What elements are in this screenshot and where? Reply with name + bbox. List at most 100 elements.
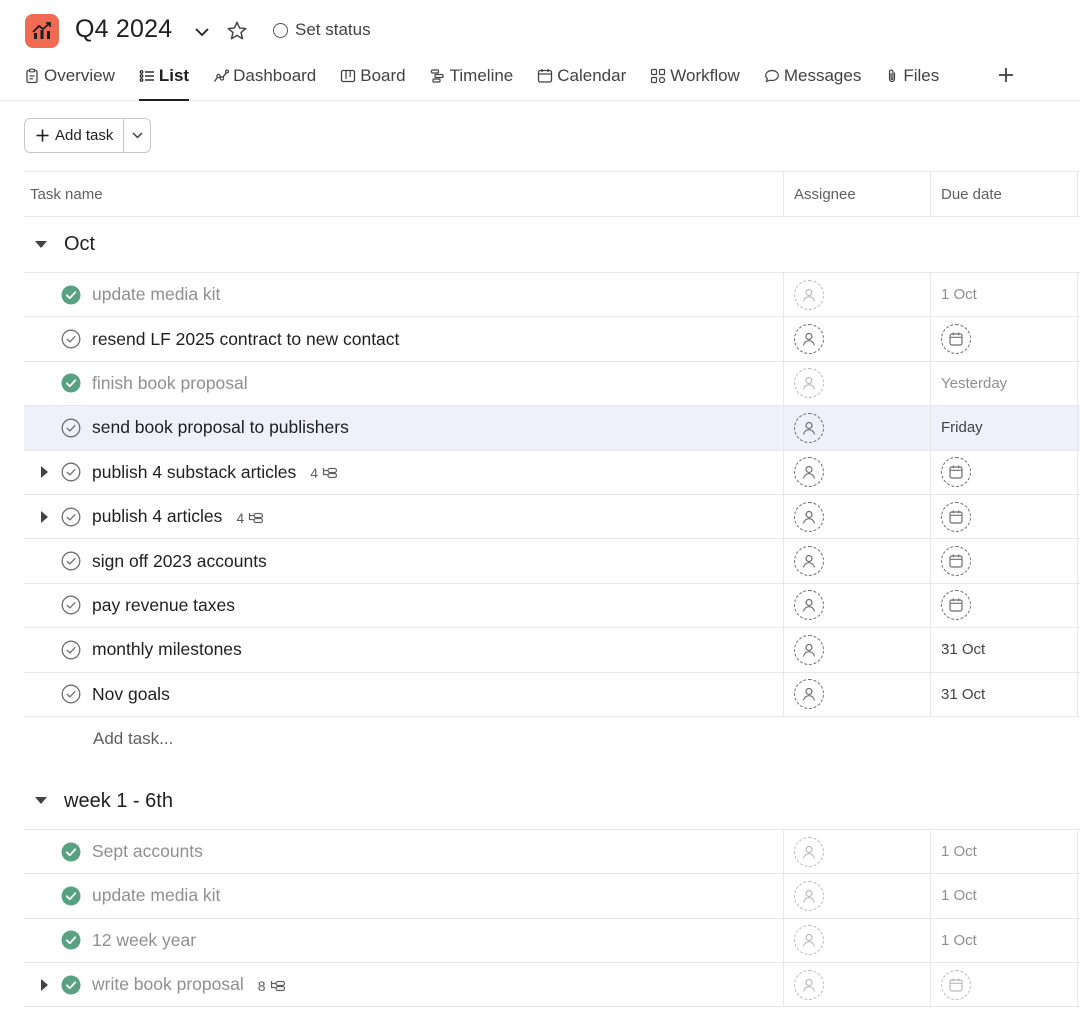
- task-row[interactable]: update media kit 1 Oct: [24, 273, 1080, 318]
- due-date-value[interactable]: 1 Oct: [941, 286, 977, 303]
- complete-task-checkbox[interactable]: [61, 842, 81, 862]
- assign-user-button[interactable]: [794, 679, 824, 710]
- assign-user-button[interactable]: [794, 836, 824, 867]
- assign-user-button[interactable]: [794, 925, 824, 956]
- set-due-date-button[interactable]: [941, 590, 971, 621]
- task-row[interactable]: 12 week year 1 Oct: [24, 918, 1080, 964]
- due-date-value[interactable]: 1 Oct: [941, 932, 977, 949]
- add-task-button[interactable]: Add task: [25, 119, 125, 152]
- complete-task-checkbox[interactable]: [61, 329, 81, 349]
- assign-user-button[interactable]: [794, 546, 824, 577]
- column-header-task-name[interactable]: Task name: [24, 172, 784, 216]
- task-row[interactable]: send book proposal to publishers Friday: [24, 406, 1080, 451]
- assign-user-button[interactable]: [794, 634, 824, 665]
- column-header-assignee[interactable]: Assignee: [784, 172, 931, 216]
- task-title[interactable]: update media kit: [92, 885, 220, 905]
- set-due-date-button[interactable]: [941, 969, 971, 1000]
- due-date-value[interactable]: 1 Oct: [941, 843, 977, 860]
- section-title[interactable]: Oct: [58, 233, 95, 256]
- task-title[interactable]: Nov goals: [92, 684, 170, 704]
- task-row[interactable]: Nov goals 31 Oct: [24, 672, 1080, 717]
- task-row[interactable]: finish book proposal Yesterday: [24, 361, 1080, 407]
- section-collapse-toggle[interactable]: [24, 797, 58, 805]
- due-date-value[interactable]: Friday: [941, 419, 983, 436]
- chevron-down-icon[interactable]: [190, 20, 214, 44]
- set-due-date-button[interactable]: [941, 324, 971, 355]
- complete-task-checkbox[interactable]: [61, 975, 81, 995]
- assign-user-button[interactable]: [794, 279, 824, 310]
- due-date-value[interactable]: Yesterday: [941, 375, 1007, 392]
- task-title[interactable]: publish 4 substack articles: [92, 462, 296, 482]
- task-title[interactable]: publish 4 articles: [92, 506, 222, 526]
- set-status-button[interactable]: Set status: [273, 20, 371, 40]
- task-row[interactable]: Sept accounts 1 Oct: [24, 829, 1080, 875]
- complete-task-checkbox[interactable]: [61, 595, 81, 615]
- tab-timeline[interactable]: Timeline: [430, 60, 513, 90]
- task-title[interactable]: Sept accounts: [92, 841, 203, 861]
- task-row[interactable]: sign off 2023 accounts: [24, 539, 1080, 584]
- assign-user-button[interactable]: [794, 501, 824, 532]
- tab-calendar[interactable]: Calendar: [537, 60, 626, 90]
- task-title[interactable]: sign off 2023 accounts: [92, 551, 267, 571]
- assign-user-button[interactable]: [794, 368, 824, 399]
- complete-task-checkbox[interactable]: [61, 462, 81, 482]
- complete-task-checkbox[interactable]: [61, 930, 81, 950]
- subtask-expand-toggle[interactable]: [39, 465, 51, 479]
- set-due-date-button[interactable]: [941, 457, 971, 488]
- complete-task-checkbox[interactable]: [61, 373, 81, 393]
- assign-user-button[interactable]: [794, 457, 824, 488]
- column-header-due-date[interactable]: Due date: [931, 172, 1078, 216]
- add-tab-plus-icon[interactable]: [996, 64, 1016, 86]
- task-title[interactable]: finish book proposal: [92, 373, 248, 393]
- task-row[interactable]: write book proposal 8: [24, 963, 1080, 1008]
- task-title[interactable]: update media kit: [92, 284, 220, 304]
- assign-user-button[interactable]: [794, 969, 824, 1000]
- task-title[interactable]: 12 week year: [92, 930, 196, 950]
- task-title[interactable]: write book proposal: [92, 974, 244, 994]
- subtask-expand-toggle[interactable]: [39, 978, 51, 992]
- tab-overview[interactable]: Overview: [24, 60, 115, 90]
- task-row[interactable]: resend LF 2025 contract to new contact: [24, 317, 1080, 362]
- tab-board[interactable]: Board: [340, 60, 406, 90]
- subtask-count[interactable]: 4: [236, 510, 264, 526]
- task-title[interactable]: send book proposal to publishers: [92, 417, 349, 437]
- trend-chart-icon[interactable]: [25, 14, 59, 48]
- tab-dashboard[interactable]: Dashboard: [213, 60, 316, 90]
- subtask-count[interactable]: 8: [258, 978, 286, 994]
- tab-files[interactable]: Files: [885, 60, 939, 90]
- add-task-inline[interactable]: Add task...: [24, 717, 1080, 762]
- section-title[interactable]: week 1 - 6th: [58, 790, 173, 813]
- tab-messages[interactable]: Messages: [764, 60, 861, 90]
- due-date-value[interactable]: 31 Oct: [941, 686, 985, 703]
- due-date-value[interactable]: 1 Oct: [941, 887, 977, 904]
- assign-user-button[interactable]: [794, 324, 824, 355]
- section-collapse-toggle[interactable]: [24, 240, 58, 249]
- assign-user-button[interactable]: [794, 412, 824, 443]
- tab-list[interactable]: List: [138, 60, 190, 101]
- task-row[interactable]: monthly milestones 31 Oct: [24, 628, 1080, 673]
- assign-user-button[interactable]: [794, 880, 824, 911]
- complete-task-checkbox[interactable]: [61, 684, 81, 704]
- task-row[interactable]: publish 4 substack articles 4: [24, 450, 1080, 495]
- star-icon[interactable]: [224, 18, 250, 44]
- project-title[interactable]: Q4 2024: [75, 15, 172, 44]
- complete-task-checkbox[interactable]: [61, 551, 81, 571]
- task-title[interactable]: resend LF 2025 contract to new contact: [92, 329, 399, 349]
- set-due-date-button[interactable]: [941, 546, 971, 577]
- assign-user-button[interactable]: [794, 590, 824, 621]
- due-date-value[interactable]: 31 Oct: [941, 641, 985, 658]
- task-row[interactable]: publish 4 articles 4: [24, 494, 1080, 540]
- subtask-count[interactable]: 4: [310, 465, 338, 481]
- complete-task-checkbox[interactable]: [61, 640, 81, 660]
- task-row[interactable]: update media kit 1 Oct: [24, 874, 1080, 919]
- task-row[interactable]: pay revenue taxes: [24, 583, 1080, 629]
- tab-workflow[interactable]: Workflow: [650, 60, 740, 90]
- complete-task-checkbox[interactable]: [61, 507, 81, 527]
- subtask-expand-toggle[interactable]: [39, 510, 51, 524]
- complete-task-checkbox[interactable]: [61, 285, 81, 305]
- complete-task-checkbox[interactable]: [61, 418, 81, 438]
- task-title[interactable]: pay revenue taxes: [92, 595, 235, 615]
- set-due-date-button[interactable]: [941, 501, 971, 532]
- task-title[interactable]: monthly milestones: [92, 639, 242, 659]
- complete-task-checkbox[interactable]: [61, 886, 81, 906]
